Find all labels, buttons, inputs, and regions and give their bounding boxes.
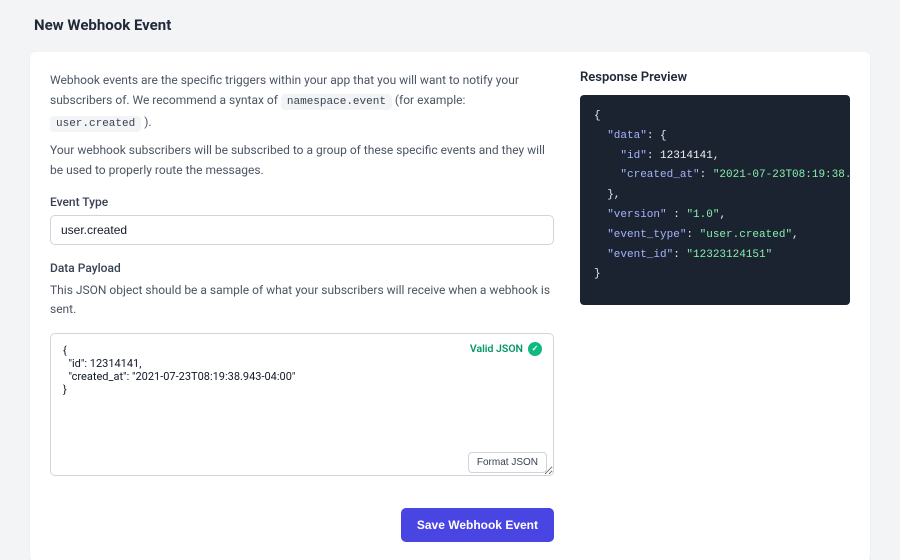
data-payload-label: Data Payload bbox=[50, 261, 554, 275]
valid-json-label: Valid JSON bbox=[470, 342, 523, 355]
form-column: Webhook events are the specific triggers… bbox=[50, 70, 554, 542]
response-preview-code[interactable]: { "data": { "id": 12314141, "created_at"… bbox=[580, 95, 850, 305]
page-title: New Webhook Event bbox=[0, 0, 900, 44]
data-payload-help: This JSON object should be a sample of w… bbox=[50, 281, 554, 319]
format-json-button[interactable]: Format JSON bbox=[468, 452, 547, 473]
response-preview-title: Response Preview bbox=[580, 70, 850, 85]
preview-column: Response Preview { "data": { "id": 12314… bbox=[580, 70, 850, 542]
event-type-input[interactable] bbox=[50, 215, 554, 245]
syntax-example-2: user.created bbox=[50, 116, 141, 132]
syntax-example-1: namespace.event bbox=[281, 94, 392, 110]
event-type-label: Event Type bbox=[50, 195, 554, 209]
valid-json-badge: Valid JSON ✓ bbox=[470, 342, 542, 356]
save-webhook-event-button[interactable]: Save Webhook Event bbox=[401, 508, 554, 542]
check-icon: ✓ bbox=[528, 342, 542, 356]
intro-text-2: Your webhook subscribers will be subscri… bbox=[50, 140, 554, 181]
main-card: Webhook events are the specific triggers… bbox=[30, 52, 870, 560]
intro-text: Webhook events are the specific triggers… bbox=[50, 70, 554, 134]
